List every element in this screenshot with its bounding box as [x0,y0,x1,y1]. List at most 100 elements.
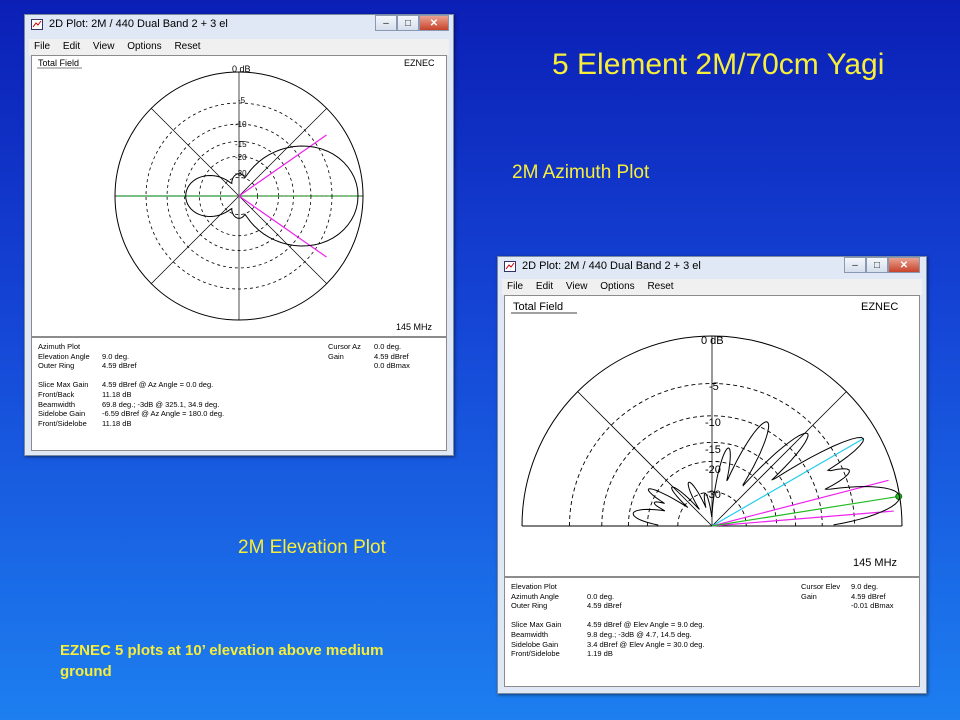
ring-label-30: -30 [705,489,721,501]
close-button[interactable]: ✕ [419,15,449,31]
ring-label-10: -10 [235,120,247,129]
info-value: -6.59 dBref @ Az Angle = 180.0 deg. [102,409,225,419]
polar-spoke [711,391,847,527]
info-key: Gain [801,591,817,601]
plot-label: Total Field [38,58,79,68]
ring-label-0db: 0 dB [232,64,251,74]
info-key: Outer Ring [511,601,548,611]
menu-file[interactable]: File [502,279,528,292]
info-key: Front/Sidelobe [511,649,560,659]
info-key: Azimuth Plot [38,342,81,351]
info-value: 4.59 dBref [374,351,409,361]
azimuth-plot-area[interactable]: Total Field EZNEC 145 MHz 0 dB -5 -10 -1… [31,55,447,337]
slide-title: 5 Element 2M/70cm Yagi [552,48,885,81]
info-value: 0.0 deg. [587,591,615,601]
menu-file[interactable]: File [29,39,55,52]
minimize-icon: – [383,17,389,29]
sidelobe-line [711,438,864,527]
polar-spoke [577,391,713,527]
ring-label-10: -10 [705,417,721,429]
info-value: 4.59 dBref [102,361,137,371]
info-key: Elevation Plot [511,582,557,591]
cursor-line [711,495,899,527]
window-title: 2D Plot: 2M / 440 Dual Band 2 + 3 el [522,260,701,272]
info-key: Slice Max Gain [511,620,562,630]
menu-view[interactable]: View [561,279,593,292]
info-key: Azimuth Angle [511,591,559,601]
info-value: 9.0 deg. [851,582,879,591]
plot-label: Total Field [513,301,563,313]
app-icon [504,261,516,272]
beamwidth-line [238,134,327,197]
frequency-label: 145 MHz [853,557,897,569]
info-value: 4.59 dBref @ Elev Angle = 9.0 deg. [587,620,705,630]
ring-label-20: -20 [235,153,247,162]
elevation-pattern-trace [632,421,901,526]
info-key: Cursor Az [328,342,361,351]
azimuth-window-titlebar[interactable]: 2D Plot: 2M / 440 Dual Band 2 + 3 el – □… [25,15,453,35]
elevation-info-panel: Elevation Plot Azimuth Angle 0.0 deg. Outer… [504,577,920,687]
minimize-button[interactable]: – [844,257,866,273]
elevation-plot-area[interactable]: Total Field EZNEC 145 MHz 0 dB -5 -10 -1… [504,295,920,577]
info-key: Front/Sidelobe [38,418,87,428]
info-value: 69.8 deg.; -3dB @ 325.1, 34.9 deg. [102,399,220,409]
ring-label-15: -15 [235,140,247,149]
maximize-button[interactable]: □ [397,15,419,31]
elevation-plot-window: 2D Plot: 2M / 440 Dual Band 2 + 3 el – □… [497,256,927,694]
eznec-brand: EZNEC [861,301,898,313]
azimuth-polar-plot: Total Field EZNEC 145 MHz 0 dB -5 -10 -1… [37,58,435,332]
info-value: 3.4 dBref @ Elev Angle = 30.0 deg. [587,639,705,649]
info-key: Sidelobe Gain [511,639,559,649]
info-key: Cursor Elev [801,582,841,591]
info-key: Sidelobe Gain [38,409,86,419]
elevation-window-titlebar[interactable]: 2D Plot: 2M / 440 Dual Band 2 + 3 el – □… [498,257,926,277]
info-value: 11.18 dB [102,418,132,428]
menu-edit[interactable]: Edit [58,39,85,52]
menu-edit[interactable]: Edit [531,279,558,292]
menu-view[interactable]: View [88,39,120,52]
eznec-brand: EZNEC [404,58,435,68]
ring-label-5: -5 [238,96,246,105]
elevation-caption: 2M Elevation Plot [238,537,386,558]
ring-label-5: -5 [709,381,719,393]
frequency-label: 145 MHz [396,322,433,332]
menu-options[interactable]: Options [122,39,166,52]
close-icon: ✕ [429,17,439,29]
info-value: 4.59 dBref [851,591,886,601]
info-value: 9.0 deg. [102,351,130,361]
menu-reset[interactable]: Reset [169,39,205,52]
app-icon [31,19,43,30]
azimuth-caption: 2M Azimuth Plot [512,162,650,183]
elevation-polar-plot: Total Field EZNEC 145 MHz 0 dB -5 -10 -1… [511,301,903,569]
menu-bar: File Edit View Options Reset [502,279,922,295]
beamwidth-line [238,195,327,258]
info-key: Slice Max Gain [38,380,89,390]
info-value: 1.19 dB [587,649,613,659]
ring-label-0db: 0 dB [701,335,724,347]
maximize-icon: □ [404,17,412,29]
azimuth-info-panel: Azimuth Plot Elevation Angle 9.0 deg. Outer… [31,337,447,451]
info-value: 9.8 deg.; -3dB @ 4.7, 14.5 deg. [587,630,692,639]
info-key: Front/Back [38,390,75,399]
info-value: 0.0 deg. [374,342,402,351]
menu-options[interactable]: Options [595,279,639,292]
info-value: -0.01 dBmax [851,601,894,611]
menu-reset[interactable]: Reset [642,279,678,292]
info-key: Elevation Angle [38,351,90,361]
info-key: Beamwidth [38,399,76,409]
info-value: 4.59 dBref [587,601,622,611]
maximize-button[interactable]: □ [866,257,888,273]
ring-label-30: -30 [235,169,247,178]
maximize-icon: □ [873,259,881,271]
info-value: 4.59 dBref @ Az Angle = 0.0 deg. [102,380,214,390]
footnote: EZNEC 5 plots at 10’ elevation above med… [60,642,384,680]
ring-label-20: -20 [705,464,721,476]
ring-label-15: -15 [705,444,721,456]
minimize-button[interactable]: – [375,15,397,31]
window-title: 2D Plot: 2M / 440 Dual Band 2 + 3 el [49,18,228,30]
close-icon: ✕ [899,259,909,271]
azimuth-plot-window: 2D Plot: 2M / 440 Dual Band 2 + 3 el – □… [24,14,454,456]
info-key: Beamwidth [511,630,549,639]
close-button[interactable]: ✕ [888,257,920,273]
info-key: Gain [328,351,344,361]
